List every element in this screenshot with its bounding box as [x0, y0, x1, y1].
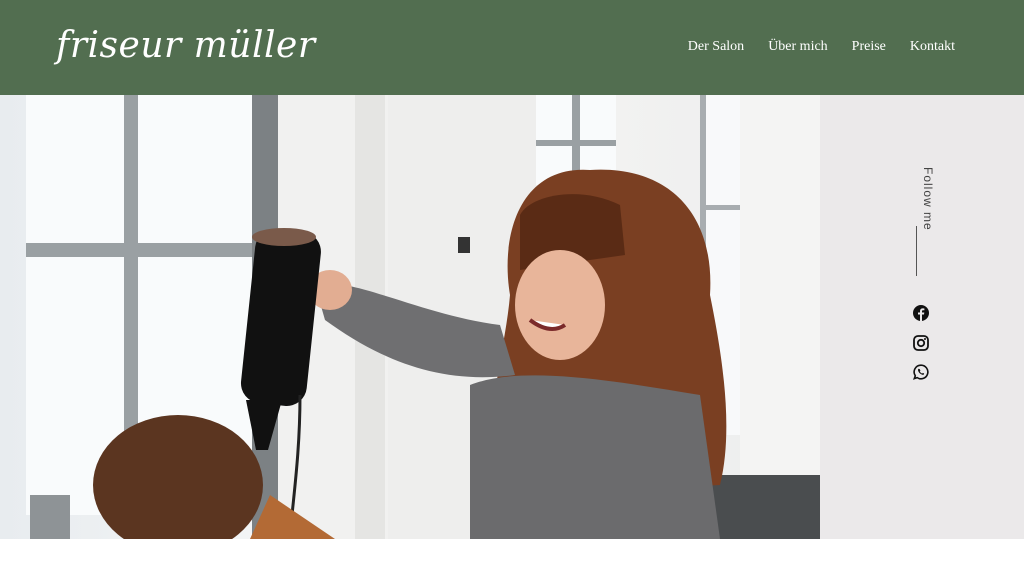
facebook-icon[interactable]	[912, 304, 930, 322]
nav-item-about[interactable]: Über mich	[768, 36, 827, 58]
nav-item-contact[interactable]: Kontakt	[910, 36, 955, 58]
hero-image	[0, 95, 820, 539]
site-logo[interactable]: friseur müller	[56, 22, 316, 70]
instagram-icon[interactable]	[912, 334, 930, 352]
nav-item-prices[interactable]: Preise	[852, 36, 886, 58]
nav-item-salon[interactable]: Der Salon	[688, 36, 744, 58]
site-header: friseur müller Der Salon Über mich Preis…	[0, 0, 1024, 95]
page-content-start	[0, 539, 1024, 588]
follow-me-label: Follow me	[921, 167, 935, 231]
whatsapp-icon[interactable]	[912, 363, 930, 381]
hairdresser-illustration	[26, 95, 820, 539]
main-nav: Der Salon Über mich Preise Kontakt	[688, 36, 955, 58]
follow-divider	[916, 226, 917, 276]
